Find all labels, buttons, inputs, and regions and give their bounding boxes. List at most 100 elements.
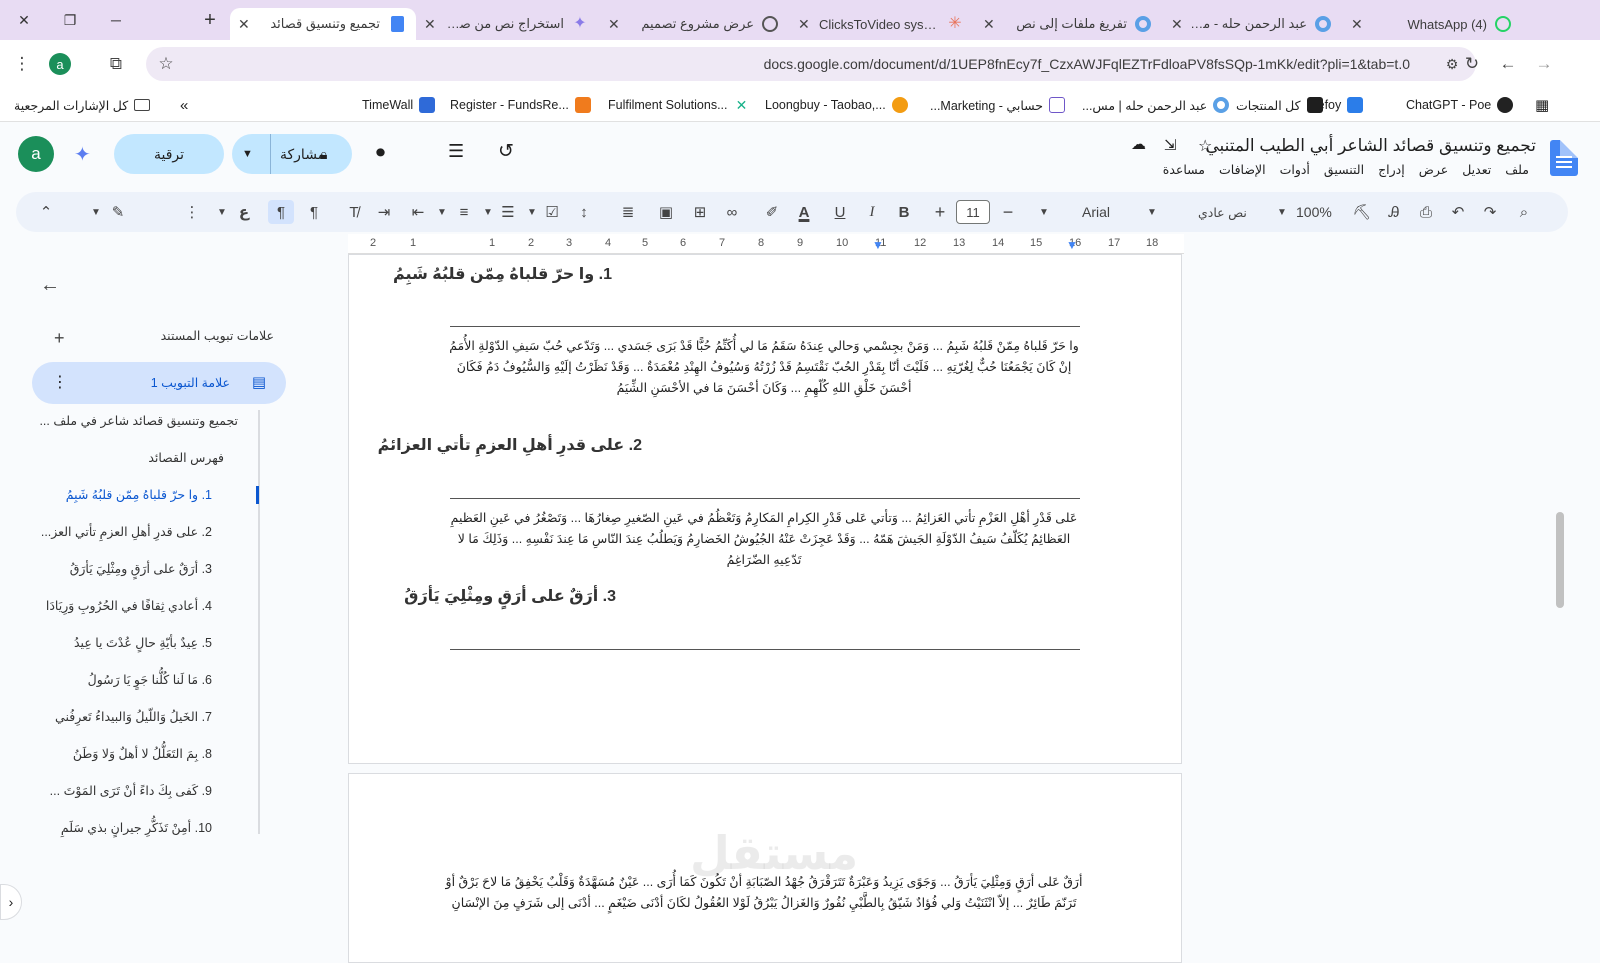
outline-item[interactable]: 6. مَا لَنا كُلُّنا جَوٍ يَا رَسُولُ [88, 672, 212, 687]
url-text[interactable]: docs.google.com/document/d/1UEP8fnEcy7f_… [216, 56, 1410, 72]
menu-insert[interactable]: إدراج [1371, 162, 1412, 177]
add-tab-icon[interactable]: + [54, 328, 65, 349]
bookmark-item[interactable]: TimeWall [362, 95, 436, 115]
gemini-icon[interactable]: ✦ [74, 142, 91, 167]
text-color-icon[interactable]: A [794, 200, 814, 224]
apps-grid-icon[interactable]: ▦ [1535, 95, 1549, 115]
bold-icon[interactable]: B [894, 200, 914, 224]
minimize-window-icon[interactable]: ─ [102, 6, 130, 34]
list-chevron-icon[interactable]: ▼ [478, 200, 498, 224]
cloud-saved-icon[interactable]: ☁ [1131, 135, 1146, 153]
tab-transcribe[interactable]: ✕ تفريغ ملفات إلى نص [975, 8, 1163, 40]
ltr-paragraph-icon[interactable]: ¶ [304, 200, 324, 224]
outline-item[interactable]: تجميع وتنسيق قصائد شاعر في ملف ... [39, 413, 238, 428]
list-chevron-icon[interactable]: ▼ [432, 200, 452, 224]
insert-image-icon[interactable]: ▣ [656, 200, 676, 224]
indent-increase-icon[interactable]: ⇥ [374, 200, 394, 224]
add-comment-icon[interactable]: ⊞ [690, 200, 710, 224]
bookmark-item[interactable]: كل المنتجات [1236, 95, 1323, 115]
list-chevron-icon[interactable]: ▼ [522, 200, 542, 224]
tab-close-icon[interactable]: ✕ [1351, 16, 1363, 33]
bookmark-item[interactable]: حسابي - Marketing... [930, 95, 1066, 115]
tab-whatsapp[interactable]: ✕ (4) WhatsApp [1343, 8, 1523, 40]
print-icon[interactable]: ⎙ [1416, 200, 1436, 224]
highlight-color-icon[interactable]: ✐ [762, 200, 782, 224]
menu-view[interactable]: عرض [1412, 162, 1455, 177]
tab-close-icon[interactable]: ✕ [424, 16, 436, 33]
tab-project[interactable]: ✕ عرض مشروع تصميم [600, 8, 790, 40]
new-tab-icon[interactable]: + [196, 6, 224, 34]
history-icon[interactable]: ↺ [498, 140, 514, 163]
heading-poem-2[interactable]: 2. على قدرِ أهلِ العزمِ تأتي العزائمُ [378, 435, 642, 455]
outline-item[interactable]: 8. بِمَ التَعَلُّلُ لا أهلٌ وَلا وَطَنُ [73, 746, 212, 761]
close-window-icon[interactable]: ✕ [10, 6, 38, 34]
outline-item[interactable]: 7. الخَيلُ وَاللّيلُ وَالبيداءُ تَعرِفُن… [55, 709, 212, 724]
all-bookmarks[interactable]: كل الإشارات المرجعية [14, 95, 151, 115]
menu-file[interactable]: ملف [1498, 162, 1536, 177]
mode-chevron-icon[interactable]: ▼ [86, 200, 106, 224]
underline-icon[interactable]: U [830, 200, 850, 224]
collapse-menus-icon[interactable]: ⌃ [36, 200, 56, 224]
user-avatar[interactable]: a [18, 136, 54, 172]
extensions-icon[interactable]: ⧉ [102, 50, 130, 78]
redo-icon[interactable]: ↷ [1480, 200, 1500, 224]
upgrade-button[interactable]: ترقية [114, 134, 224, 174]
star-icon[interactable]: ☆ [1198, 136, 1212, 156]
comments-icon[interactable]: ☰ [448, 141, 464, 162]
restore-window-icon[interactable]: ❐ [56, 6, 84, 34]
outline-item[interactable]: 10. أمِنْ تَذَكُّرِ جيرانٍ بذي سَلَمِ [61, 820, 212, 835]
menu-format[interactable]: التنسيق [1317, 162, 1371, 177]
tab-close-icon[interactable]: ✕ [1171, 16, 1183, 33]
tab-extract-text[interactable]: ✕ استخراج نص من صفحة ✦ [416, 8, 600, 40]
back-arrow-icon[interactable]: ← [40, 274, 60, 297]
line-spacing-icon[interactable]: ↕ [574, 200, 594, 224]
paragraph-style-select[interactable]: نص عادي [1198, 200, 1247, 224]
outline-item[interactable]: فهرس القصائد [148, 450, 224, 465]
move-folder-icon[interactable]: ⇲ [1164, 136, 1177, 154]
search-icon[interactable]: ⌕ [1514, 200, 1534, 224]
back-icon[interactable]: ← [1494, 50, 1522, 78]
style-chevron-icon[interactable]: ▼ [1142, 200, 1162, 224]
font-chevron-icon[interactable]: ▼ [1034, 200, 1054, 224]
profile-avatar[interactable]: a [46, 50, 74, 78]
editing-pencil-icon[interactable]: ✎ [108, 200, 128, 224]
bookmark-item[interactable]: ChatGPT - Poe [1406, 95, 1514, 115]
heading-poem-3[interactable]: 3. أرَقٌ على أرَقٍ ومِثْلِيَ يَأرَقُ [404, 586, 616, 606]
menu-edit[interactable]: تعديل [1455, 162, 1498, 177]
right-indent-marker-icon[interactable]: ▼ [1066, 238, 1078, 252]
menu-tools[interactable]: أدوات [1273, 162, 1317, 177]
align-icon[interactable]: ≣ [618, 200, 638, 224]
clear-formatting-icon[interactable]: T̸ [344, 200, 364, 224]
menu-extensions[interactable]: الإضافات [1212, 162, 1273, 177]
tab-google-doc[interactable]: ✕ تجميع وتنسيق قصائد [230, 8, 416, 40]
outline-item[interactable]: 3. أرَقٌ على أرَقٍ ومِثْلِيَ يَأرَقُ [70, 561, 212, 576]
tab-close-icon[interactable]: ✕ [798, 16, 810, 33]
more-options-icon[interactable]: ⋮ [182, 200, 202, 224]
outline-item-active[interactable]: 1. وا حرّ قلباهُ مِمّن قلبُهُ شَبِمُ [66, 487, 212, 502]
font-family-select[interactable]: Arial [1082, 200, 1110, 224]
arabic-text-icon[interactable]: ع [234, 200, 254, 224]
undo-icon[interactable]: ↶ [1448, 200, 1468, 224]
tab-clickstovideo[interactable]: ✕ ClicksToVideo system ✳ [790, 8, 975, 40]
menu-help[interactable]: مساعدة [1156, 162, 1212, 177]
paint-format-icon[interactable]: ⛏ [1352, 200, 1372, 224]
tab-close-icon[interactable]: ✕ [608, 16, 620, 33]
expand-side-panel-icon[interactable]: › [0, 884, 22, 920]
tab-portfolio[interactable]: ✕ عبد الرحمن حله - معرض [1163, 8, 1343, 40]
zoom-select[interactable]: 100% [1296, 200, 1332, 224]
meet-video-icon[interactable]: ⏺ [376, 142, 385, 163]
checklist-icon[interactable]: ☑ [542, 200, 562, 224]
font-size-input[interactable]: 11 [956, 200, 990, 224]
vertical-scrollbar[interactable] [1556, 512, 1564, 608]
kebab-menu-icon[interactable]: ⋮ [8, 50, 36, 78]
poem-2-text[interactable]: عَلى قَدْرِ أهْلِ العَزْمِ تأتي العَزائِ… [444, 508, 1084, 571]
insert-link-icon[interactable]: ∞ [722, 200, 742, 224]
bookmark-item[interactable]: Register - FundsRe... [450, 95, 591, 115]
indent-marker-icon[interactable]: ▼ [872, 238, 884, 252]
outline-item[interactable]: 9. كَفى بِكَ داءً أنْ تَرَى المَوْتَ ... [50, 783, 212, 798]
italic-icon[interactable]: I [862, 200, 882, 224]
outline-item[interactable]: 4. أعادي ثِقافًا في الحُرُوبِ وَرِيَادَا [46, 598, 212, 613]
ruler[interactable]: 18 17 16 15 14 13 12 11 10 9 8 7 6 5 4 3… [348, 234, 1184, 254]
outline-item[interactable]: 5. عِيدٌ بأيّةِ حالٍ عُدْتَ يا عِيدُ [74, 635, 212, 650]
tab-close-icon[interactable]: ✕ [238, 16, 250, 33]
